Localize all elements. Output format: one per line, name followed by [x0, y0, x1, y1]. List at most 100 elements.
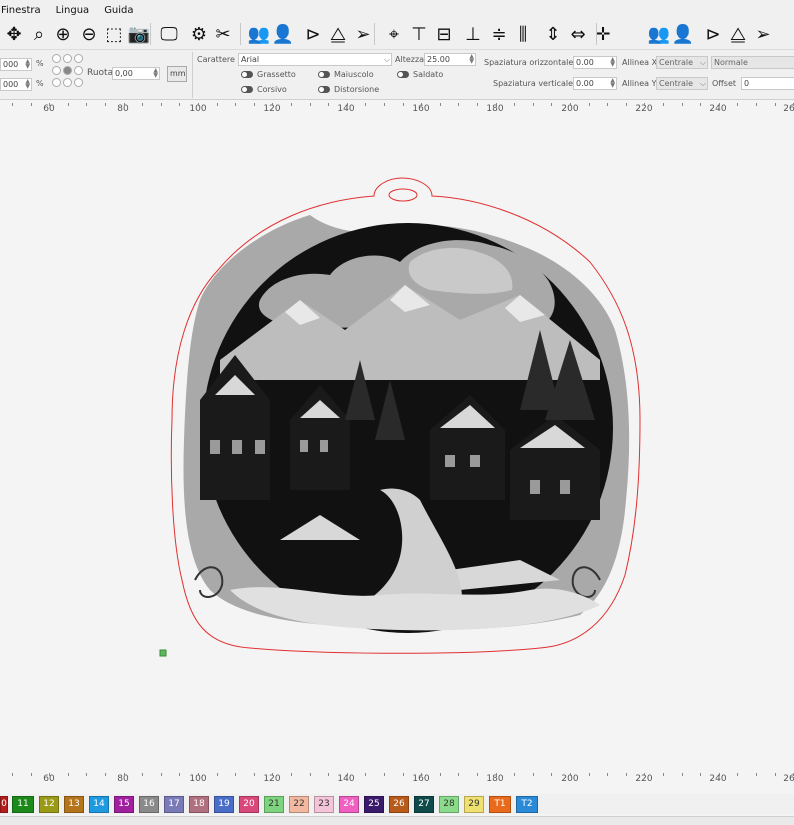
users-group-2-icon[interactable]: 👥	[648, 22, 670, 48]
menu-finestra[interactable]: Finestra	[0, 5, 41, 16]
send-icon[interactable]: ➢	[352, 22, 374, 48]
design-canvas[interactable]	[0, 113, 794, 773]
color-palette: 0 11 12 13 14 15 16 17 18 19 20 21 22 23 24 25 26 27 28 29 T…	[0, 794, 794, 814]
mirror-vertical-2-icon[interactable]: ⧋	[727, 22, 749, 48]
rotate-input[interactable]: 0,00 ▲ ▼	[112, 67, 160, 80]
anchor-middle-right[interactable]	[74, 66, 83, 75]
users-group-icon[interactable]: 👥	[248, 22, 270, 48]
text-mode-select[interactable]: Normale	[711, 56, 794, 69]
select-frame-icon[interactable]: ⬚	[103, 22, 125, 48]
ruler-tick	[272, 103, 273, 106]
palette-swatch-20[interactable]: 20	[239, 795, 259, 813]
move-icon[interactable]: ✥	[3, 22, 25, 48]
palette-swatch-18[interactable]: 18	[189, 795, 209, 813]
ruler-tick	[458, 103, 459, 106]
ruler-tick	[179, 103, 180, 106]
ruler-tick	[514, 103, 515, 106]
ruler-tick	[663, 103, 664, 106]
ruler-tick	[756, 103, 757, 106]
anchor-bottom-left[interactable]	[52, 78, 61, 87]
ruler-tick	[365, 103, 366, 106]
ruler-tick	[700, 103, 701, 106]
ruler-tick	[105, 773, 106, 776]
anchor-bottom-right[interactable]	[74, 78, 83, 87]
palette-swatch-11[interactable]: 11	[12, 795, 34, 813]
menu-guida[interactable]: Guida	[103, 5, 133, 16]
palette-swatch-t2[interactable]: T2	[516, 795, 538, 813]
spaziatura-orizzontale-input[interactable]: 0.00 ▲ ▼	[573, 56, 617, 69]
space-horizontal-icon[interactable]: ⇔	[567, 22, 589, 48]
palette-swatch-14[interactable]: 14	[89, 795, 109, 813]
ruler-tick	[31, 773, 32, 776]
user-icon[interactable]: 👤	[272, 22, 294, 48]
ruler-tick	[235, 773, 236, 776]
palette-swatch-26[interactable]: 26	[389, 795, 409, 813]
text-height-input[interactable]: 25.00 ▲ ▼	[424, 53, 476, 66]
distribute-vertical-icon[interactable]: ≑	[488, 22, 510, 48]
monitor-icon[interactable]: 🖵	[158, 22, 180, 48]
allinea-x-select[interactable]: Centrale ⌵	[656, 56, 708, 69]
distribute-horizontal-icon[interactable]: ⫼	[512, 22, 534, 48]
anchor-top-right[interactable]	[74, 54, 83, 63]
anchor-bottom-center[interactable]	[63, 78, 72, 87]
width-input[interactable]: 000 ▲ ▼	[0, 58, 32, 71]
palette-swatch-29[interactable]: 29	[464, 795, 484, 813]
palette-swatch-23[interactable]: 23	[314, 795, 334, 813]
tools-icon[interactable]: ✂	[212, 22, 234, 48]
palette-swatch-21[interactable]: 21	[264, 795, 284, 813]
user-2-icon[interactable]: 👤	[672, 22, 694, 48]
grassetto-toggle[interactable]	[241, 71, 253, 78]
corsivo-toggle[interactable]	[241, 86, 253, 93]
palette-swatch-25[interactable]: 25	[364, 795, 384, 813]
palette-swatch-16[interactable]: 16	[139, 795, 159, 813]
space-vertical-icon[interactable]: ⇕	[542, 22, 564, 48]
allinea-y-select[interactable]: Centrale ⌵	[656, 77, 708, 90]
spaziatura-verticale-input[interactable]: 0.00 ▲ ▼	[573, 77, 617, 90]
anchor-top-center[interactable]	[63, 54, 72, 63]
align-top-icon[interactable]: ⊤	[408, 22, 430, 48]
camera-icon[interactable]: 📷	[128, 22, 150, 48]
anchor-top-left[interactable]	[52, 54, 61, 63]
align-middle-icon[interactable]: ⊟	[433, 22, 455, 48]
anchor-center[interactable]	[63, 66, 72, 75]
hanger-hole	[388, 188, 418, 202]
settings-gears-icon[interactable]: ⚙	[188, 22, 210, 48]
distorsione-toggle[interactable]	[318, 86, 330, 93]
maiuscolo-label: Maiuscolo	[334, 70, 374, 79]
ruler-tick	[496, 103, 497, 106]
target-icon[interactable]: ⌖	[383, 22, 405, 48]
ruler-tick	[310, 103, 311, 106]
palette-swatch-19[interactable]: 19	[214, 795, 234, 813]
palette-swatch-15[interactable]: 15	[114, 795, 134, 813]
palette-swatch-28[interactable]: 28	[439, 795, 459, 813]
palette-swatch-24[interactable]: 24	[339, 795, 359, 813]
send-2-icon[interactable]: ➢	[752, 22, 774, 48]
offset-input[interactable]: 0	[741, 77, 794, 90]
palette-swatch-22[interactable]: 22	[289, 795, 309, 813]
maiuscolo-toggle[interactable]	[318, 71, 330, 78]
zoom-fit-icon[interactable]: ⌕	[28, 22, 50, 48]
ruler-tick	[477, 773, 478, 776]
palette-swatch-t1[interactable]: T1	[489, 795, 511, 813]
zoom-in-icon[interactable]: ⊕	[52, 22, 74, 48]
align-bottom-icon[interactable]: ⊥	[462, 22, 484, 48]
palette-swatch-27[interactable]: 27	[414, 795, 434, 813]
height-input[interactable]: 000 ▲ ▼	[0, 78, 32, 91]
ruota-label: Ruota	[87, 68, 114, 78]
palette-swatch-17[interactable]: 17	[164, 795, 184, 813]
mirror-horizontal-icon[interactable]: ⊳	[302, 22, 324, 48]
mirror-vertical-icon[interactable]: ⧋	[327, 22, 349, 48]
palette-swatch-12[interactable]: 12	[39, 795, 59, 813]
font-select[interactable]: Arial ⌵	[238, 53, 392, 66]
saldato-toggle[interactable]	[397, 71, 409, 78]
palette-swatch-0[interactable]: 0	[0, 795, 8, 813]
anchor-middle-left[interactable]	[52, 66, 61, 75]
mirror-horizontal-2-icon[interactable]: ⊳	[702, 22, 724, 48]
units-mm-button[interactable]: mm	[167, 66, 187, 82]
allinea-x-label: Allinea X	[622, 58, 658, 67]
menu-lingua[interactable]: Lingua	[55, 5, 90, 16]
ruler-tick	[458, 773, 459, 776]
ruler-label: 80	[117, 774, 129, 784]
zoom-out-icon[interactable]: ⊖	[78, 22, 100, 48]
palette-swatch-13[interactable]: 13	[64, 795, 84, 813]
